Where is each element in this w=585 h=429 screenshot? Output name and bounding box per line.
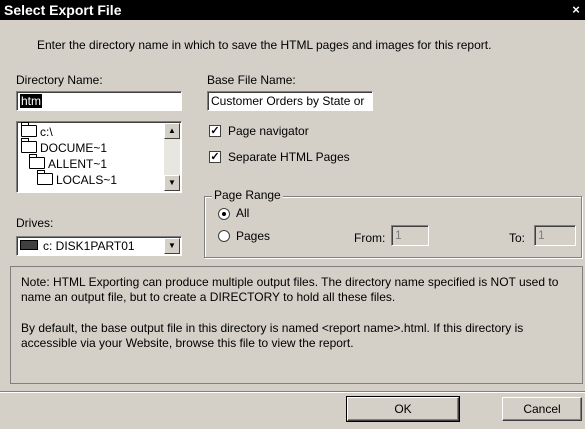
chevron-down-icon[interactable]: ▼ bbox=[164, 238, 180, 254]
all-radio-label: All bbox=[236, 206, 250, 220]
cancel-button[interactable]: Cancel bbox=[502, 397, 582, 421]
page-navigator-label: Page navigator bbox=[228, 124, 309, 138]
pages-radio-label: Pages bbox=[236, 229, 271, 243]
directory-name-value: htm bbox=[20, 94, 43, 108]
all-radio[interactable] bbox=[218, 208, 230, 220]
drives-select[interactable]: c: DISK1PART01 ▼ bbox=[16, 236, 182, 256]
base-file-name-input[interactable]: Customer Orders by State or bbox=[207, 91, 373, 111]
title-bar[interactable]: Select Export File × bbox=[0, 0, 585, 20]
instructions-text: Enter the directory name in which to sav… bbox=[37, 38, 492, 52]
to-input[interactable]: 1 bbox=[534, 225, 576, 246]
note-paragraph-2: By default, the base output file in this… bbox=[21, 321, 524, 350]
page-navigator-checkbox[interactable]: ✓ bbox=[209, 125, 221, 137]
note-paragraph-1: Note: HTML Exporting can produce multipl… bbox=[21, 275, 559, 304]
separate-pages-label: Separate HTML Pages bbox=[228, 150, 350, 164]
drives-value: c: DISK1PART01 bbox=[43, 239, 135, 253]
folder-open-icon bbox=[21, 122, 37, 137]
ok-button[interactable]: OK bbox=[346, 396, 460, 422]
directory-name-label: Directory Name: bbox=[16, 73, 103, 87]
divider bbox=[0, 391, 585, 393]
close-icon[interactable]: × bbox=[569, 2, 583, 17]
page-range-title: Page Range bbox=[212, 188, 283, 202]
scroll-down-icon[interactable]: ▼ bbox=[164, 175, 180, 191]
pages-radio[interactable] bbox=[218, 230, 230, 242]
scroll-up-icon[interactable]: ▲ bbox=[164, 123, 180, 139]
base-file-name-label: Base File Name: bbox=[207, 73, 296, 87]
folder-open-icon bbox=[21, 138, 37, 153]
to-label: To: bbox=[509, 231, 526, 245]
tree-item-locals[interactable]: LOCALS~1 bbox=[37, 170, 117, 188]
from-label: From: bbox=[354, 231, 386, 245]
separate-pages-checkbox[interactable]: ✓ bbox=[209, 151, 221, 163]
drives-label: Drives: bbox=[16, 216, 54, 230]
directory-name-input[interactable]: htm bbox=[16, 91, 182, 111]
tree-scrollbar[interactable]: ▲ ▼ bbox=[164, 123, 180, 191]
note-box: Note: HTML Exporting can produce multipl… bbox=[10, 266, 583, 384]
from-input[interactable]: 1 bbox=[391, 225, 429, 246]
drive-icon bbox=[20, 240, 38, 250]
folder-open-icon bbox=[29, 154, 45, 169]
directory-tree[interactable]: c:\ DOCUME~1 ALLENT~1 LOCALS~1 ▲ ▼ bbox=[16, 121, 182, 193]
folder-open-icon bbox=[37, 170, 53, 185]
window-title: Select Export File bbox=[4, 2, 122, 18]
